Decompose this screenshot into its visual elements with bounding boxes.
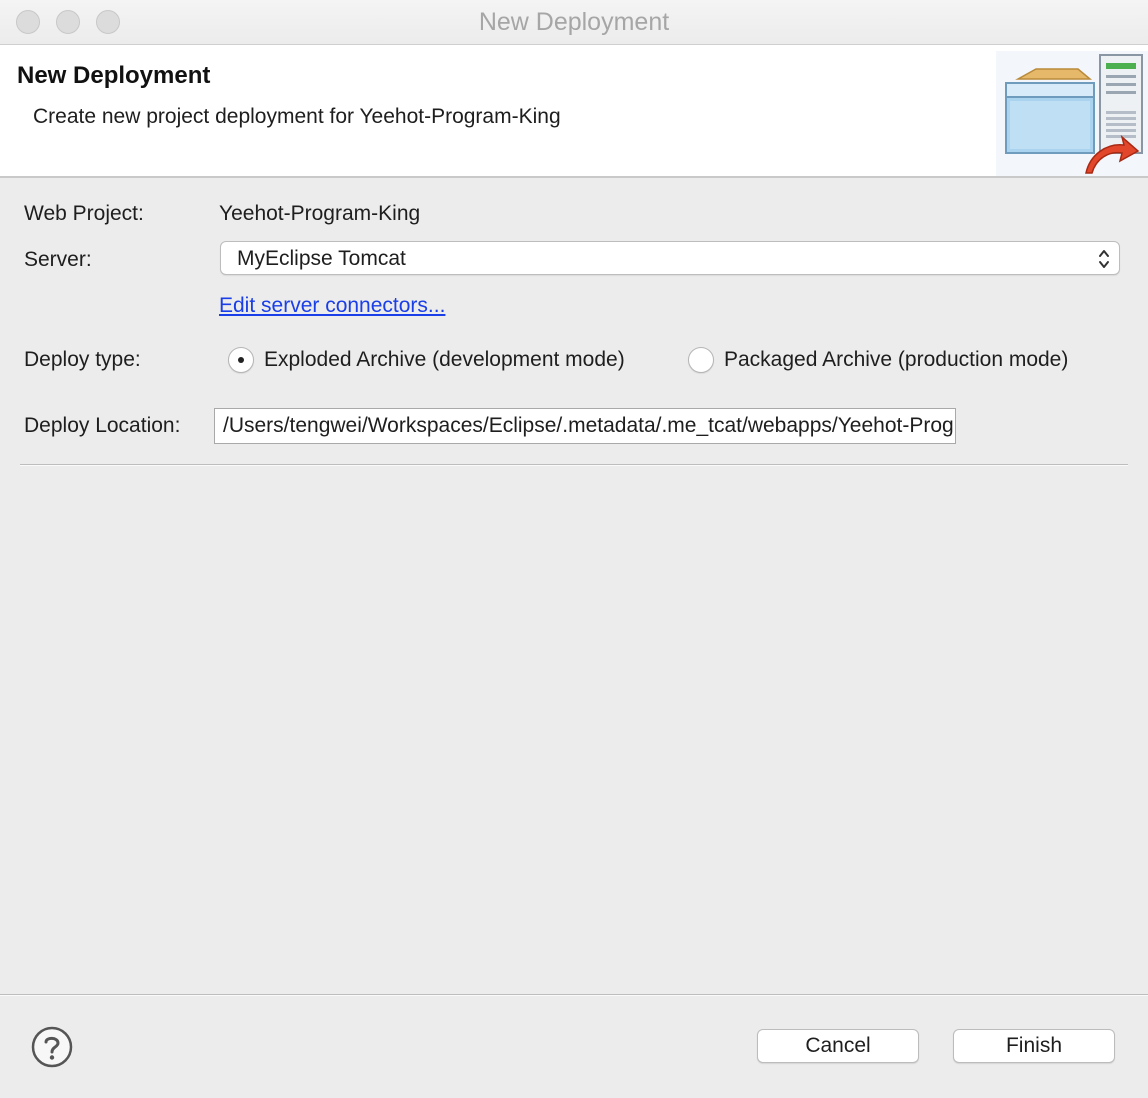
deploy-type-label: Deploy type: — [24, 348, 141, 371]
footer-divider — [0, 994, 1148, 996]
new-deployment-dialog: New Deployment New Deployment Create new… — [0, 0, 1148, 1098]
banner-description: Create new project deployment for Yeehot… — [33, 105, 561, 128]
form-divider — [20, 464, 1128, 466]
radio-selected-dot — [238, 357, 244, 363]
server-label: Server: — [24, 248, 92, 271]
help-icon[interactable] — [31, 1026, 73, 1068]
window-title: New Deployment — [478, 8, 670, 36]
edit-server-connectors-link[interactable]: Edit server connectors... — [219, 294, 445, 318]
server-select[interactable]: MyEclipse Tomcat — [220, 241, 1120, 275]
packaged-archive-radio[interactable] — [688, 347, 714, 373]
packaged-archive-label[interactable]: Packaged Archive (production mode) — [724, 348, 1068, 372]
chevron-up-down-icon — [1099, 250, 1109, 268]
web-project-label: Web Project: — [24, 202, 144, 225]
header-banner: New Deployment Create new project deploy… — [0, 45, 1148, 178]
server-select-value: MyEclipse Tomcat — [237, 247, 406, 270]
web-project-value: Yeehot-Program-King — [219, 202, 421, 225]
finish-button[interactable]: Finish — [953, 1029, 1115, 1063]
title-bar: New Deployment — [0, 0, 1148, 45]
exploded-archive-radio[interactable] — [228, 347, 254, 373]
banner-title: New Deployment — [17, 62, 211, 89]
deploy-location-label: Deploy Location: — [24, 414, 181, 437]
exploded-archive-label[interactable]: Exploded Archive (development mode) — [264, 348, 625, 372]
cancel-button[interactable]: Cancel — [757, 1029, 919, 1063]
deploy-location-input[interactable]: /Users/tengwei/Workspaces/Eclipse/.metad… — [214, 408, 956, 444]
deployment-server-icon — [996, 51, 1148, 176]
deploy-location-value: /Users/tengwei/Workspaces/Eclipse/.metad… — [223, 414, 955, 437]
